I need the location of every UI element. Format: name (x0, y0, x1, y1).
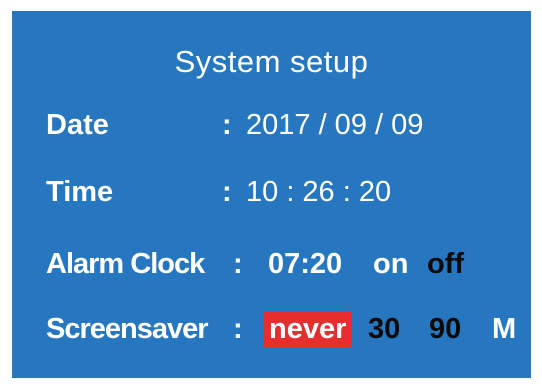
date-value[interactable]: 2017 / 09 / 09 (246, 107, 423, 143)
screensaver-option-never[interactable]: never (264, 311, 352, 347)
screensaver-option-30[interactable]: 30 (368, 311, 400, 347)
time-row[interactable]: Time : 10 : 26 : 20 (46, 174, 511, 210)
screensaver-option-90[interactable]: 90 (429, 311, 461, 347)
date-label: Date (46, 109, 109, 141)
alarm-option-on[interactable]: on (373, 246, 408, 282)
date-row[interactable]: Date : 2017 / 09 / 09 (46, 107, 511, 143)
system-setup-screen: System setup Date : 2017 / 09 / 09 Time … (12, 11, 531, 378)
time-value[interactable]: 10 : 26 : 20 (246, 174, 391, 210)
time-separator: : (222, 176, 232, 208)
screensaver-separator: : (233, 313, 243, 345)
time-label: Time (46, 176, 114, 208)
screensaver-label: Screensaver (46, 313, 209, 345)
date-separator: : (222, 109, 232, 141)
screensaver-row[interactable]: Screensaver : never 30 90 M (46, 311, 516, 347)
alarm-clock-separator: : (233, 248, 243, 280)
alarm-option-off[interactable]: off (427, 246, 464, 282)
screen-title: System setup (174, 44, 369, 79)
alarm-time-value[interactable]: 07:20 (268, 246, 342, 282)
alarm-clock-row[interactable]: Alarm Clock : 07:20 on off (46, 246, 511, 282)
alarm-clock-label: Alarm Clock (46, 248, 205, 280)
screensaver-unit: M (492, 313, 517, 345)
